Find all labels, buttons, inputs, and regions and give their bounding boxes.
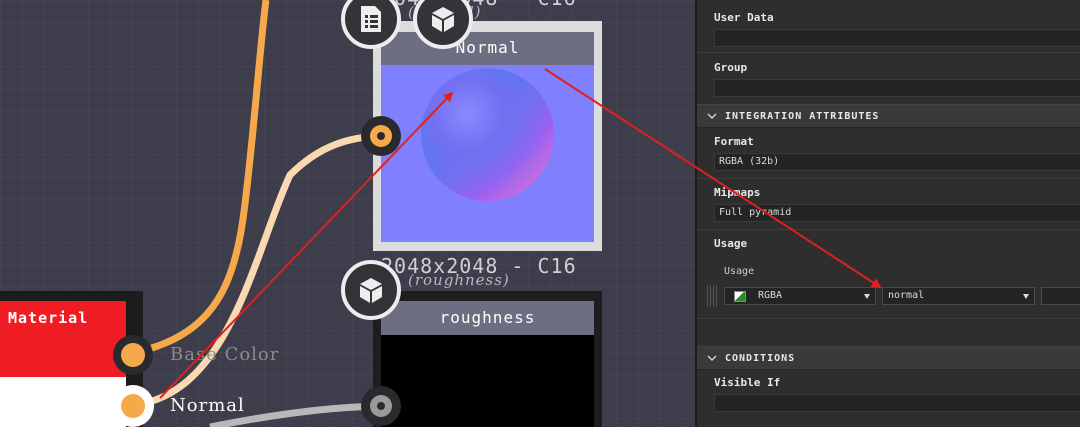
- channel-color-icon: [734, 291, 746, 302]
- material-node-body: [0, 377, 126, 427]
- normal-map-preview: [381, 65, 594, 242]
- format-value: RGBA (32b): [719, 156, 780, 167]
- group-field[interactable]: [714, 79, 1080, 97]
- integration-attributes-section[interactable]: INTEGRATION ATTRIBUTES: [697, 104, 1080, 128]
- format-label: Format: [714, 135, 754, 148]
- chevron-down-icon: [864, 294, 870, 299]
- wire-base-color: [132, 0, 270, 357]
- visible-if-field[interactable]: [714, 394, 1080, 412]
- mipmaps-field[interactable]: Full pyramid: [714, 204, 1080, 222]
- format-field[interactable]: RGBA (32b): [714, 153, 1080, 171]
- roughness-node-title: roughness: [381, 301, 594, 335]
- divider: [697, 178, 1080, 179]
- usage-label: Usage: [714, 237, 748, 250]
- normal-sphere: [421, 68, 554, 201]
- mipmaps-value: Full pyramid: [719, 207, 792, 218]
- user-data-label: User Data: [714, 11, 774, 24]
- node-graph[interactable]: 2048x2048 - C16 (normal) Normal 2048x204…: [0, 0, 695, 427]
- normal-node-title: Normal: [381, 32, 594, 65]
- usage-extra-field[interactable]: [1041, 287, 1080, 305]
- usage-channel-value: RGBA: [758, 290, 783, 301]
- socket-dot: [370, 395, 392, 417]
- integration-attributes-title: INTEGRATION ATTRIBUTES: [725, 111, 880, 122]
- chevron-down-icon: [707, 113, 717, 120]
- chevron-down-icon: [1023, 294, 1029, 299]
- visible-if-label: Visible If: [714, 376, 781, 389]
- conditions-section[interactable]: CONDITIONS: [697, 346, 1080, 370]
- usage-sub-label: Usage: [724, 266, 755, 277]
- normal-output-socket[interactable]: [112, 385, 154, 427]
- group-label: Group: [714, 61, 748, 74]
- divider: [697, 229, 1080, 230]
- material-node-title: Material: [8, 309, 89, 327]
- normal-port-label: Normal: [170, 395, 245, 416]
- roughness-node[interactable]: roughness: [373, 291, 602, 427]
- divider: [697, 318, 1080, 319]
- usage-channel-select[interactable]: RGBA: [724, 287, 876, 305]
- mipmaps-label: Mipmaps: [714, 186, 761, 199]
- roughness-node-subtitle: (roughness): [408, 271, 510, 289]
- divider: [697, 52, 1080, 53]
- conditions-title: CONDITIONS: [725, 353, 796, 364]
- usage-row-handle[interactable]: [707, 285, 717, 307]
- usage-type-value: normal: [888, 290, 925, 301]
- chevron-down-icon: [707, 355, 717, 362]
- base-color-output-socket[interactable]: [113, 335, 153, 375]
- roughness-preview: [381, 335, 594, 427]
- properties-panel: User Data Group INTEGRATION ATTRIBUTES F…: [695, 0, 1080, 427]
- cube-icon[interactable]: [341, 260, 401, 320]
- normal-node-input-socket[interactable]: [361, 116, 401, 156]
- usage-type-select[interactable]: normal: [882, 287, 1035, 305]
- socket-dot: [370, 125, 392, 147]
- roughness-node-input-socket[interactable]: [361, 386, 401, 426]
- normal-node[interactable]: Normal: [373, 21, 602, 251]
- user-data-field[interactable]: [714, 29, 1080, 47]
- base-color-port-label: Base Color: [170, 344, 280, 365]
